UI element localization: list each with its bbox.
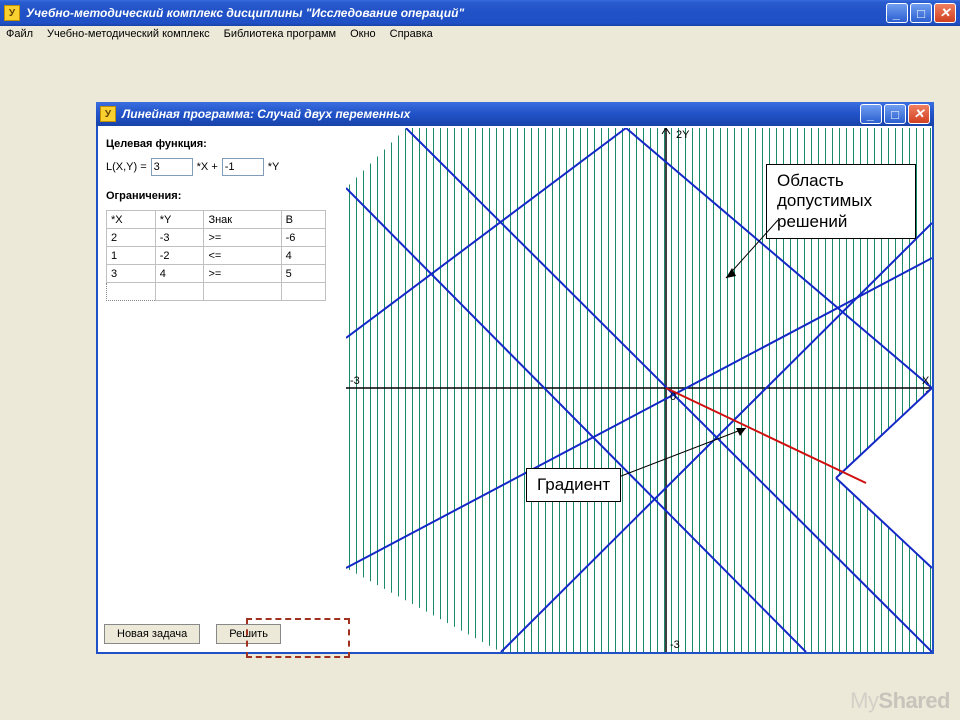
child-title: Линейная программа: Случай двух переменн…	[122, 107, 860, 121]
objective-suffix: *Y	[268, 161, 280, 173]
plot-area: 2Y 0 -3 X -3 Область допустимых решений …	[346, 128, 932, 652]
table-row[interactable]: 2 -3 >= -6	[107, 229, 326, 247]
cell[interactable]: <=	[204, 247, 281, 265]
constraints-table[interactable]: *X *Y Знак B 2 -3 >= -6 1 -2 <=	[106, 210, 326, 301]
new-task-button[interactable]: Новая задача	[104, 624, 200, 644]
col-b: B	[281, 211, 325, 229]
cell[interactable]: -2	[155, 247, 204, 265]
child-minimize-button[interactable]: _	[860, 104, 882, 124]
objective-row: L(X,Y) = *X + *Y	[106, 158, 338, 176]
col-sign: Знак	[204, 211, 281, 229]
watermark: MyShared	[850, 688, 950, 714]
app-icon: У	[4, 5, 20, 21]
svg-text:2Y: 2Y	[676, 129, 690, 141]
col-y: *Y	[155, 211, 204, 229]
child-icon: У	[100, 106, 116, 122]
objective-label: Целевая функция:	[106, 138, 338, 150]
objective-prefix: L(X,Y) =	[106, 161, 147, 173]
cell[interactable]: 1	[107, 247, 156, 265]
table-row[interactable]: 1 -2 <= 4	[107, 247, 326, 265]
coef-y-input[interactable]	[222, 158, 264, 176]
constraints-label: Ограничения:	[106, 190, 338, 202]
app-title: Учебно-методический комплекс дисциплины …	[26, 6, 886, 20]
cell[interactable]: 4	[155, 265, 204, 283]
cell[interactable]: -6	[281, 229, 325, 247]
menu-help[interactable]: Справка	[390, 28, 433, 40]
workspace: У Линейная программа: Случай двух переме…	[0, 42, 960, 720]
button-row: Новая задача Решить	[104, 624, 281, 644]
cell[interactable]	[107, 283, 156, 301]
cell[interactable]: 3	[107, 265, 156, 283]
maximize-button[interactable]: □	[910, 3, 932, 23]
solve-button[interactable]: Решить	[216, 624, 281, 644]
cell[interactable]: 4	[281, 247, 325, 265]
cell[interactable]: >=	[204, 229, 281, 247]
cell[interactable]	[204, 283, 281, 301]
table-header-row: *X *Y Знак B	[107, 211, 326, 229]
close-button[interactable]: ✕	[934, 3, 956, 23]
table-row[interactable]	[107, 283, 326, 301]
svg-text:0: 0	[670, 391, 676, 403]
child-close-button[interactable]: ✕	[908, 104, 930, 124]
menu-file[interactable]: Файл	[6, 28, 33, 40]
menu-umk[interactable]: Учебно-методический комплекс	[47, 28, 210, 40]
menu-library[interactable]: Библиотека программ	[224, 28, 336, 40]
svg-text:-3: -3	[350, 375, 360, 387]
col-x: *X	[107, 211, 156, 229]
table-row[interactable]: 3 4 >= 5	[107, 265, 326, 283]
cell[interactable]	[281, 283, 325, 301]
child-window-controls: _ □ ✕	[860, 104, 930, 124]
child-body: Целевая функция: L(X,Y) = *X + *Y Ограни…	[98, 128, 932, 652]
child-maximize-button[interactable]: □	[884, 104, 906, 124]
app-titlebar: У Учебно-методический комплекс дисциплин…	[0, 0, 960, 26]
cell[interactable]: >=	[204, 265, 281, 283]
cell[interactable]: 2	[107, 229, 156, 247]
child-window: У Линейная программа: Случай двух переме…	[96, 104, 934, 654]
minimize-button[interactable]: _	[886, 3, 908, 23]
child-titlebar: У Линейная программа: Случай двух переме…	[96, 102, 934, 126]
cell[interactable]: -3	[155, 229, 204, 247]
feasible-region-annotation: Область допустимых решений	[766, 164, 916, 239]
left-panel: Целевая функция: L(X,Y) = *X + *Y Ограни…	[98, 128, 346, 652]
cell[interactable]: 5	[281, 265, 325, 283]
gradient-annotation: Градиент	[526, 468, 621, 502]
objective-between: *X +	[197, 161, 218, 173]
coef-x-input[interactable]	[151, 158, 193, 176]
svg-text:X: X	[922, 375, 930, 387]
menubar: Файл Учебно-методический комплекс Библио…	[0, 26, 960, 43]
window-controls: _ □ ✕	[886, 3, 956, 23]
menu-window[interactable]: Окно	[350, 28, 376, 40]
cell[interactable]	[155, 283, 204, 301]
svg-text:-3: -3	[670, 639, 680, 651]
